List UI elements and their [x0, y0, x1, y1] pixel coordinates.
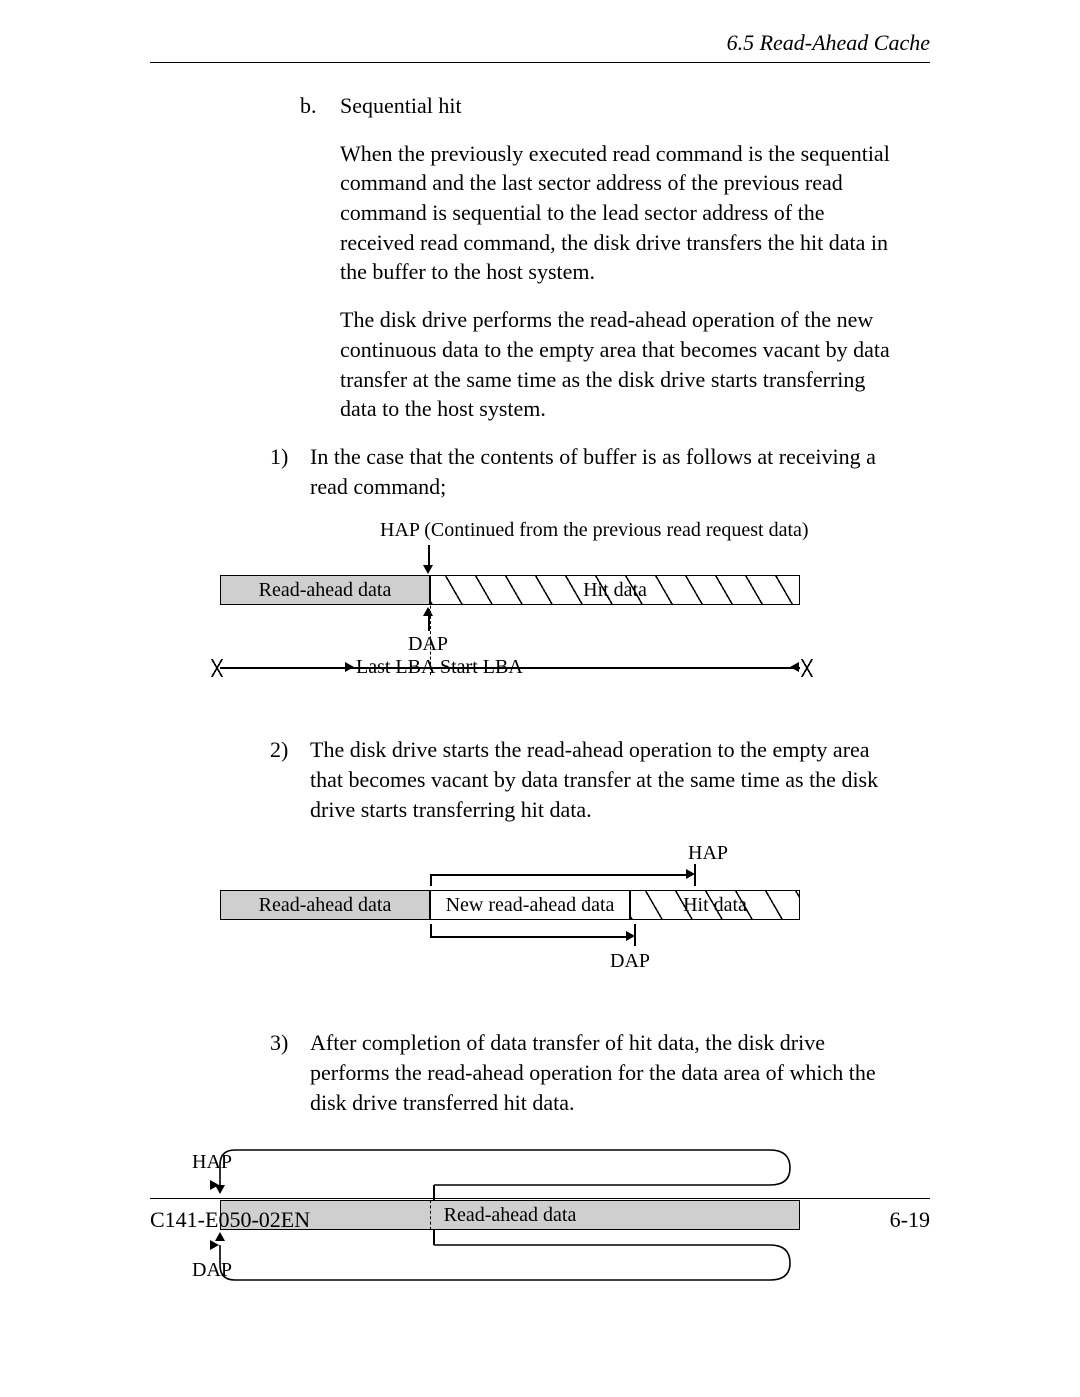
list-marker-b: b. — [300, 91, 340, 121]
diagram-caption-hap: HAP (Continued from the previous read re… — [380, 519, 809, 542]
label-start-lba: Start LBA — [440, 656, 523, 679]
list-marker-1: 1) — [270, 442, 310, 472]
page-number: 6-19 — [890, 1207, 930, 1233]
list-text-2: The disk drive starts the read-ahead ope… — [310, 735, 890, 824]
list-title-b: Sequential hit — [340, 91, 890, 121]
list-text-1: In the case that the contents of buffer … — [310, 442, 890, 501]
label-dap: DAP — [408, 633, 448, 656]
diagram-1: HAP (Continued from the previous read re… — [150, 519, 930, 709]
paragraph: The disk drive performs the read-ahead o… — [340, 305, 890, 424]
break-icon — [210, 659, 224, 677]
label-hap: HAP — [688, 842, 728, 865]
seg-hit-data: Hit data — [583, 579, 647, 602]
label-dap: DAP — [610, 950, 650, 973]
seg-hit-data: Hit data — [683, 894, 747, 917]
running-header: 6.5 Read-Ahead Cache — [150, 30, 930, 56]
break-icon — [800, 659, 814, 677]
doc-id: C141-E050-02EN — [150, 1207, 310, 1233]
paragraph: When the previously executed read comman… — [340, 139, 890, 287]
label-last-lba: Last LBA — [356, 656, 435, 679]
label-hap: HAP — [192, 1151, 232, 1174]
seg-read-ahead: Read-ahead data — [259, 579, 392, 602]
seg-new-read-ahead: New read-ahead data — [446, 894, 615, 917]
page-footer: C141-E050-02EN 6-19 — [150, 1198, 930, 1233]
label-dap: DAP — [192, 1259, 232, 1282]
list-text-3: After completion of data transfer of hit… — [310, 1028, 890, 1117]
diagram-2: HAP Read-ahead data New read-ahead data … — [150, 842, 930, 1002]
header-rule — [150, 62, 930, 63]
list-marker-3: 3) — [270, 1028, 310, 1058]
list-marker-2: 2) — [270, 735, 310, 765]
seg-read-ahead: Read-ahead data — [259, 894, 392, 917]
